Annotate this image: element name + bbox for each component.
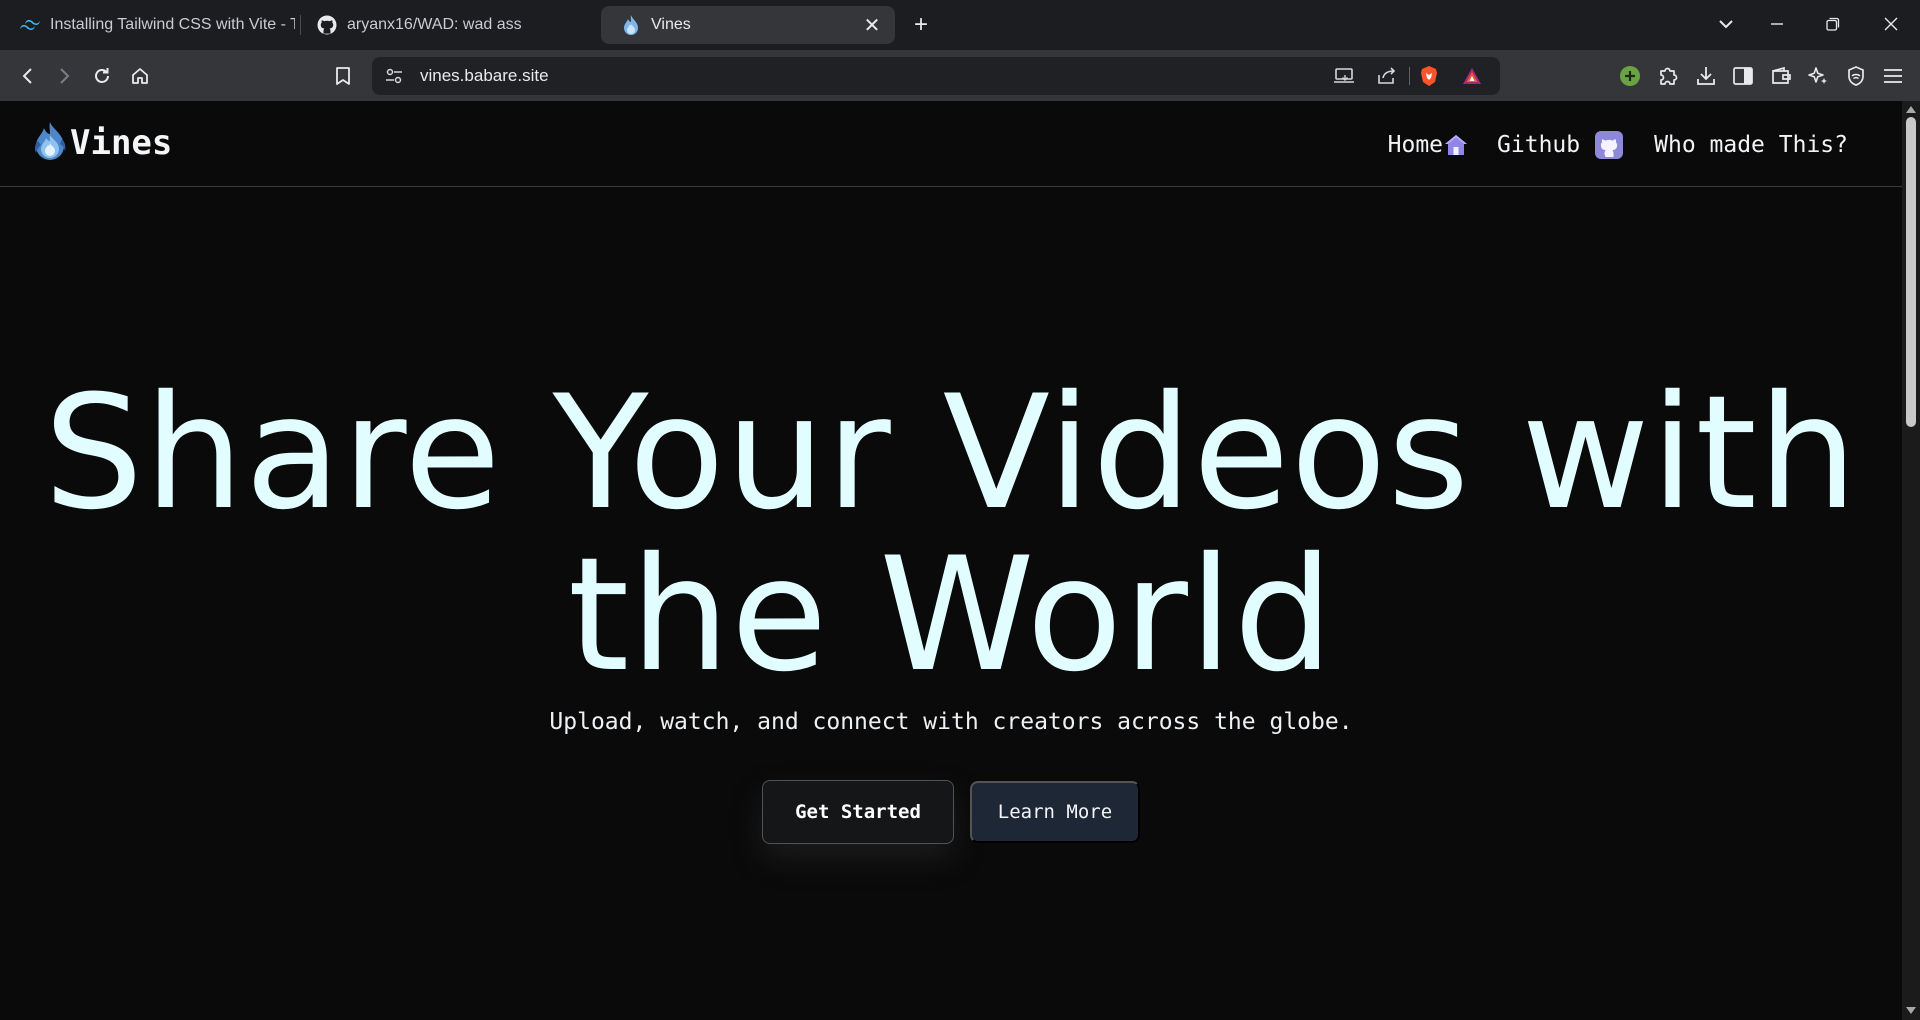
home-button[interactable] — [124, 60, 156, 92]
sparkle-icon — [1808, 67, 1827, 84]
page-scrollbar[interactable] — [1902, 101, 1920, 1020]
nav-links: Home Github Who made This? — [1388, 125, 1848, 165]
reload-button[interactable] — [86, 60, 118, 92]
tab-title: Installing Tailwind CSS with Vite - Ta — [50, 16, 295, 33]
hero-title: Share Your Videos with the World — [43, 362, 1859, 707]
back-button[interactable] — [12, 60, 44, 92]
site-navbar: Vines Home Github Who made This? — [0, 101, 1902, 187]
wallet-icon — [1772, 66, 1791, 84]
shield-icon — [1848, 66, 1864, 86]
scroll-down-arrow-icon[interactable] — [1906, 1007, 1916, 1014]
vpn-button[interactable] — [1840, 60, 1872, 92]
hamburger-menu-icon — [1884, 69, 1902, 83]
plus-circle-icon — [1620, 66, 1640, 86]
extensions-button[interactable] — [1652, 60, 1684, 92]
page-viewport: Vines Home Github Who made This? Share Y… — [0, 101, 1902, 1020]
tailwind-icon — [20, 15, 40, 35]
get-started-button[interactable]: Get Started — [762, 780, 954, 844]
wallet-button[interactable] — [1765, 60, 1797, 92]
house-icon — [1445, 135, 1468, 155]
restore-icon — [1826, 17, 1840, 31]
github-icon — [317, 15, 337, 35]
nav-who-made-label: Who made This? — [1654, 132, 1848, 158]
site-settings-icon[interactable] — [380, 62, 408, 90]
download-icon — [1697, 67, 1715, 85]
sidebar-button[interactable] — [1727, 60, 1759, 92]
arrow-left-icon — [22, 68, 32, 84]
forward-button[interactable] — [48, 60, 80, 92]
tab-github[interactable]: aryanx16/WAD: wad ass — [297, 6, 587, 44]
close-icon — [1884, 17, 1898, 31]
restore-button[interactable] — [1813, 8, 1853, 40]
new-tab-button[interactable]: + — [907, 11, 935, 39]
flame-logo-icon — [32, 121, 68, 166]
home-icon — [132, 68, 148, 84]
menu-button[interactable] — [1877, 60, 1909, 92]
bookmark-button[interactable] — [327, 60, 359, 92]
close-tab-icon[interactable]: ✕ — [861, 14, 883, 37]
browser-toolbar: vines.babare.site — [0, 50, 1920, 101]
brave-rewards-icon[interactable] — [1458, 62, 1486, 90]
nav-who-made-link[interactable]: Who made This? — [1654, 132, 1848, 158]
brand-logo-link[interactable]: Vines — [32, 119, 172, 167]
brand-name: Vines — [70, 123, 173, 163]
tab-strip: Installing Tailwind CSS with Vite - Ta a… — [0, 0, 1920, 50]
sidebar-icon — [1733, 67, 1753, 85]
cast-icon[interactable] — [1330, 62, 1358, 90]
nav-github-label: Github — [1497, 132, 1581, 158]
scrollbar-thumb[interactable] — [1906, 117, 1916, 427]
address-bar[interactable]: vines.babare.site — [372, 57, 1500, 95]
tab-title: Vines — [651, 16, 691, 33]
tab-tailwind[interactable]: Installing Tailwind CSS with Vite - Ta — [0, 6, 295, 44]
share-icon[interactable] — [1372, 62, 1400, 90]
nav-home-label: Home — [1387, 132, 1444, 158]
nav-home-link[interactable]: Home — [1388, 132, 1469, 158]
tab-vines[interactable]: Vines ✕ — [601, 6, 895, 44]
reload-icon — [95, 68, 109, 83]
arrow-right-icon — [60, 68, 70, 84]
close-window-button[interactable] — [1871, 8, 1911, 40]
github-octocat-icon — [1595, 131, 1624, 159]
puzzle-icon — [1660, 67, 1678, 85]
brave-shields-icon[interactable] — [1415, 62, 1443, 90]
flame-icon — [621, 15, 641, 35]
hero-actions: Get Started Learn More — [0, 780, 1902, 844]
downloads-button[interactable] — [1690, 60, 1722, 92]
learn-more-button[interactable]: Learn More — [970, 781, 1140, 843]
leo-ai-button[interactable] — [1802, 60, 1834, 92]
nav-github-link[interactable]: Github — [1497, 130, 1624, 160]
extension-vpn-button[interactable] — [1614, 60, 1646, 92]
scroll-up-arrow-icon[interactable] — [1906, 106, 1916, 113]
minimize-button[interactable] — [1757, 8, 1797, 40]
tab-search-button[interactable] — [1706, 8, 1746, 40]
url-text: vines.babare.site — [420, 66, 549, 85]
omnibox-divider — [1409, 67, 1410, 85]
hero-subtitle: Upload, watch, and connect with creators… — [549, 709, 1353, 735]
tab-title: aryanx16/WAD: wad ass — [347, 16, 522, 33]
minimize-icon — [1771, 23, 1783, 25]
chevron-down-icon — [1719, 20, 1733, 29]
bookmark-icon — [336, 67, 350, 85]
